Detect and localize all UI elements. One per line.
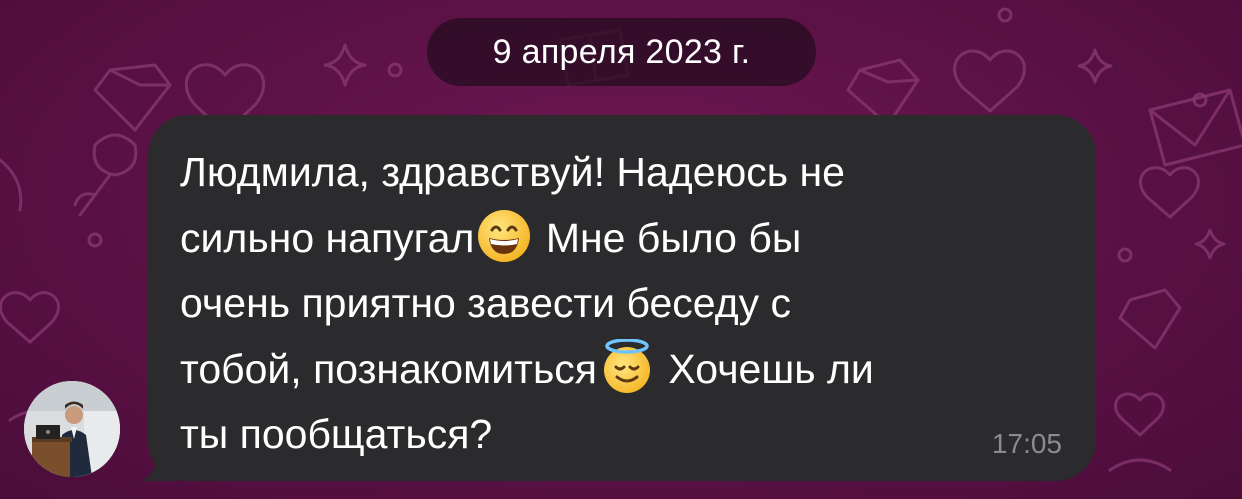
envelope-doodle xyxy=(1148,88,1242,167)
sender-avatar[interactable] xyxy=(24,381,120,477)
message-time: 17:05 xyxy=(991,428,1062,459)
rose-doodle xyxy=(73,133,138,217)
heart-doodle xyxy=(1139,166,1200,219)
dot-doodle xyxy=(387,62,403,78)
heart-doodle xyxy=(1114,392,1165,437)
person-at-podium-photo xyxy=(24,381,120,477)
heart-doodle xyxy=(953,49,1026,113)
dot-doodle xyxy=(997,7,1013,23)
smiling-face-with-halo-emoji xyxy=(604,338,651,393)
sparkle-doodle xyxy=(1194,228,1226,260)
swirl-doodle xyxy=(0,158,23,212)
diamond-doodle xyxy=(93,63,172,132)
swirl-doodle xyxy=(1108,458,1172,472)
sparkle-doodle xyxy=(1077,48,1113,84)
grinning-face-emoji xyxy=(478,209,531,262)
dot-doodle xyxy=(87,232,103,248)
heart-doodle xyxy=(0,291,60,344)
diamond-doodle xyxy=(1118,288,1182,350)
message-text: Людмила, здравствуй! Надеюсь не сильно н… xyxy=(180,140,1060,468)
date-separator: 9 апреля 2023 г. xyxy=(427,18,816,86)
sparkle-doodle xyxy=(323,43,367,87)
dot-doodle xyxy=(1117,247,1133,263)
